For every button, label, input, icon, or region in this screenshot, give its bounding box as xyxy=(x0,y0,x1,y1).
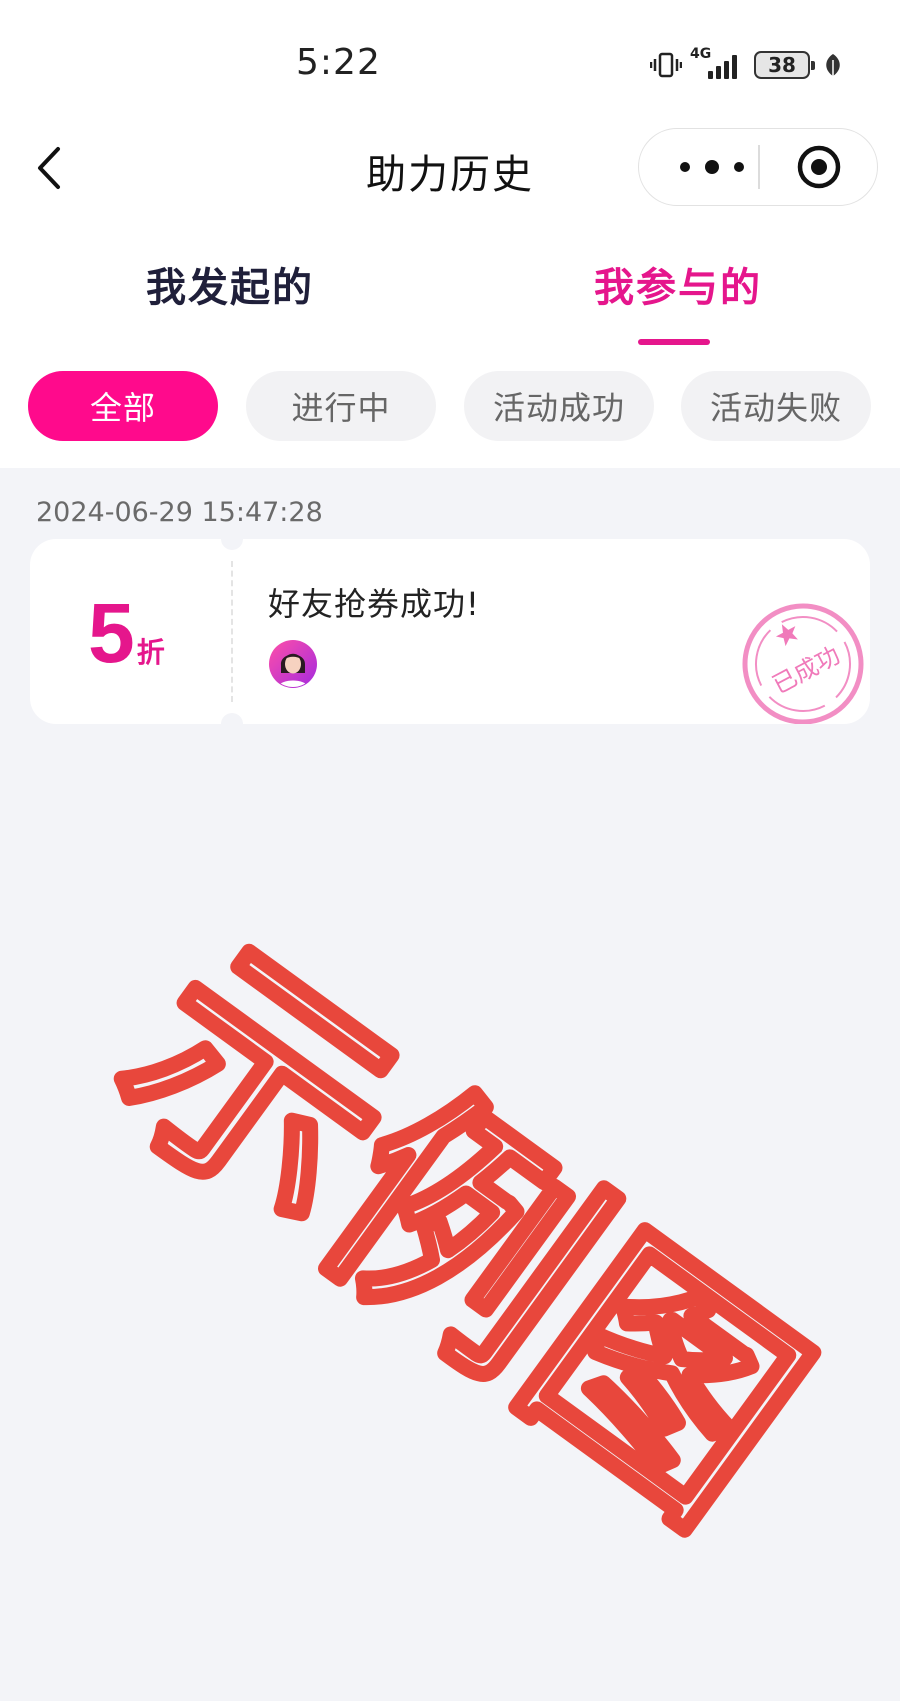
battery-icon: 38 xyxy=(754,51,815,79)
filter-all[interactable]: 全部 xyxy=(28,371,218,441)
tab-initiated[interactable]: 我发起的 xyxy=(146,255,314,313)
signal-icon: 4G xyxy=(690,47,746,83)
record-card[interactable]: 5折 好友抢券成功! 已成功 xyxy=(30,539,870,724)
avatar-icon xyxy=(269,640,317,688)
discount-unit: 折 xyxy=(136,636,165,669)
status-icons: 4G 38 xyxy=(650,45,844,85)
ticket-notch-top xyxy=(221,539,243,550)
close-capsule-icon[interactable] xyxy=(794,142,844,192)
leaf-icon xyxy=(826,54,840,76)
ticket-divider xyxy=(231,561,233,702)
discount-number: 5 xyxy=(88,586,135,680)
record-datetime: 2024-06-29 15:47:28 xyxy=(36,497,323,528)
capsule-divider xyxy=(758,145,760,189)
more-icon[interactable] xyxy=(671,145,753,189)
battery-level: 38 xyxy=(768,53,796,77)
filter-in-progress[interactable]: 进行中 xyxy=(246,371,436,441)
record-title: 好友抢券成功! xyxy=(268,585,480,623)
filter-failed[interactable]: 活动失败 xyxy=(681,371,871,441)
stamp-text: 已成功 xyxy=(768,641,845,700)
discount-value: 5折 xyxy=(88,591,165,675)
vibrate-icon xyxy=(650,52,682,78)
filter-success[interactable]: 活动成功 xyxy=(464,371,654,441)
watermark-text: 示例图 xyxy=(72,897,850,1573)
mini-program-capsule xyxy=(638,128,878,206)
active-tab-indicator xyxy=(638,339,710,345)
success-stamp: 已成功 xyxy=(742,603,864,724)
tab-participated[interactable]: 我参与的 xyxy=(594,255,762,313)
status-time: 5:22 xyxy=(296,42,381,83)
ticket-notch-bottom xyxy=(221,713,243,724)
